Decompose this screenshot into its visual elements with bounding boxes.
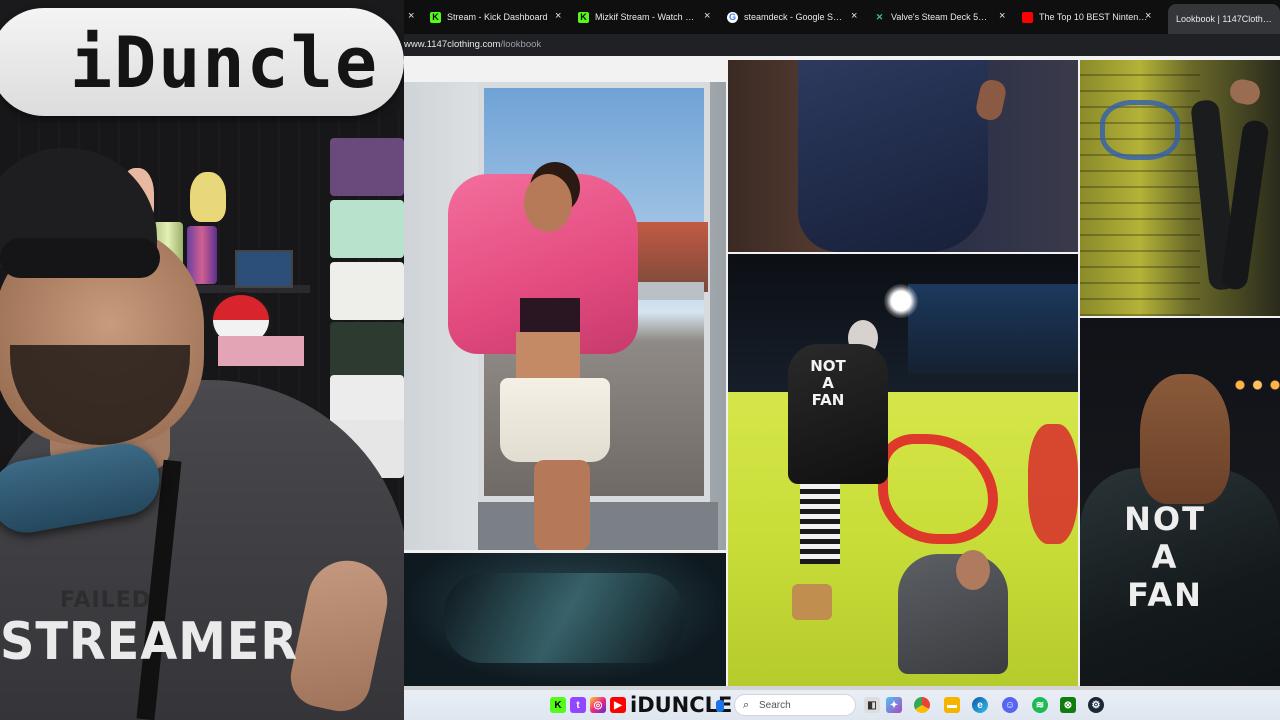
white-skirt xyxy=(500,378,610,462)
file-explorer-icon[interactable]: ▬ xyxy=(944,697,960,713)
graffiti-mark xyxy=(1028,424,1078,544)
figure-toy xyxy=(190,172,226,222)
man-head xyxy=(956,550,990,590)
tab-label: Mizkif Stream - Watch Live o xyxy=(595,12,698,22)
youtube-icon[interactable]: ▶ xyxy=(610,697,626,713)
close-icon[interactable]: × xyxy=(851,10,857,22)
string-lights xyxy=(1230,378,1280,392)
striped-leggings xyxy=(800,484,840,564)
lookbook-photo-pink-jacket[interactable] xyxy=(404,82,726,550)
tab-steam-deck[interactable]: ✕ Valve's Steam Deck 512 GB xyxy=(874,6,992,28)
screen: iDuncle FAILED STREAMER × K Stream - Kic… xyxy=(0,0,1280,720)
tab-label: Valve's Steam Deck 512 GB xyxy=(891,12,992,22)
tab-label: Lookbook | 1147Clothing xyxy=(1176,14,1272,24)
model-hand xyxy=(1227,77,1263,107)
seated-man xyxy=(898,554,1008,674)
trading-card xyxy=(330,322,404,380)
hoodie-print: STREAMER xyxy=(0,612,299,672)
tab-lookbook-active[interactable]: Lookbook | 1147Clothing xyxy=(1168,4,1280,34)
webcam-overlay: iDuncle FAILED STREAMER xyxy=(0,0,404,720)
cap-brim xyxy=(0,238,160,278)
lookbook-photo-denim[interactable] xyxy=(728,60,1078,252)
chrome-icon[interactable] xyxy=(914,697,930,713)
brick-wall xyxy=(1080,60,1200,316)
photo-subject xyxy=(444,573,684,663)
model-head xyxy=(524,174,572,232)
drink-can xyxy=(187,226,217,284)
boot xyxy=(792,584,832,620)
tab-google-search[interactable]: G steamdeck - Google Search xyxy=(727,6,845,28)
model-legs xyxy=(534,460,590,550)
close-icon[interactable]: × xyxy=(704,10,710,22)
close-icon[interactable]: × xyxy=(408,10,414,22)
skateboard-logo: iDuncle xyxy=(0,8,404,116)
copilot-icon[interactable]: ✦ xyxy=(886,697,902,713)
tab-label: steamdeck - Google Search xyxy=(744,12,845,22)
close-icon[interactable]: × xyxy=(555,10,561,22)
collectible-box xyxy=(218,336,304,366)
floor xyxy=(478,502,718,550)
edge-icon[interactable]: e xyxy=(972,697,988,713)
collectible-box xyxy=(235,250,293,288)
url-host: www.1147clothing.com xyxy=(404,39,501,50)
xbox-icon: ✕ xyxy=(875,11,884,22)
url-text: www.1147clothing.com/lookbook xyxy=(404,39,541,50)
spotify-icon[interactable]: ≋ xyxy=(1032,697,1048,713)
tab-label: Stream - Kick Dashboard xyxy=(447,12,548,22)
twitch-icon[interactable]: t xyxy=(570,697,586,713)
graffiti-mark xyxy=(1100,100,1180,160)
lookbook-photo-graffiti[interactable]: NOT A FAN xyxy=(728,254,1078,686)
discord-icon[interactable]: ☺ xyxy=(1002,697,1018,713)
crop-top xyxy=(520,298,580,336)
close-icon[interactable]: × xyxy=(999,10,1005,22)
tab-kick-dashboard[interactable]: K Stream - Kick Dashboard xyxy=(430,6,558,28)
logo-text: iDuncle xyxy=(70,22,380,104)
shirt-print: NOT A FAN xyxy=(1124,500,1206,614)
close-icon[interactable]: × xyxy=(1145,10,1151,22)
lookbook-photo-dark[interactable] xyxy=(404,553,726,686)
denim-jacket xyxy=(798,60,988,252)
taskbar-search[interactable]: ⌕ Search xyxy=(734,694,856,716)
youtube-icon xyxy=(1022,11,1033,23)
trading-card xyxy=(330,200,404,258)
lookbook-photo-leather[interactable]: NOT A FAN xyxy=(1080,318,1280,686)
magnifier-icon: ⌕ xyxy=(743,699,750,711)
kick-icon: K xyxy=(430,11,441,23)
tab-youtube-nintendo[interactable]: The Top 10 BEST Nintendo S xyxy=(1022,6,1152,28)
lookbook-photo-wall[interactable] xyxy=(1080,60,1280,316)
xbox-icon[interactable]: ⊗ xyxy=(1060,697,1076,713)
trading-card xyxy=(330,262,404,320)
street-light xyxy=(884,284,918,318)
windows-icon[interactable] xyxy=(716,700,724,712)
model-hair xyxy=(1140,374,1230,504)
kick-icon[interactable]: K xyxy=(550,697,566,713)
browser-window: × K Stream - Kick Dashboard × K Mizkif S… xyxy=(404,0,1280,690)
hoodie-print-top: FAILED xyxy=(60,588,152,613)
address-bar[interactable]: www.1147clothing.com/lookbook xyxy=(404,34,1280,56)
google-icon: G xyxy=(727,11,738,23)
kick-icon: K xyxy=(578,11,589,23)
tab-label: The Top 10 BEST Nintendo S xyxy=(1039,12,1152,22)
lookbook-gallery: NOT A FAN NOT A FAN xyxy=(404,56,1280,686)
instagram-icon[interactable]: ◎ xyxy=(590,697,606,713)
bridge-beam xyxy=(908,284,1078,374)
url-path: /lookbook xyxy=(500,39,542,50)
trading-card xyxy=(330,138,404,196)
shirt-print: NOT A FAN xyxy=(810,357,846,409)
model-torso xyxy=(516,332,580,382)
tab-bar: × K Stream - Kick Dashboard × K Mizkif S… xyxy=(404,0,1280,34)
tab-mizkif-stream[interactable]: K Mizkif Stream - Watch Live o xyxy=(578,6,698,28)
steam-icon[interactable]: ⚙ xyxy=(1088,697,1104,713)
taskbar: K t ◎ ▶ iDUNCLE ⌕ Search ◧ ✦ ▬ e ☺ ≋ ⊗ ⚙ xyxy=(404,690,1280,720)
widgets-icon[interactable]: ◧ xyxy=(864,697,880,713)
search-placeholder: Search xyxy=(759,700,791,711)
